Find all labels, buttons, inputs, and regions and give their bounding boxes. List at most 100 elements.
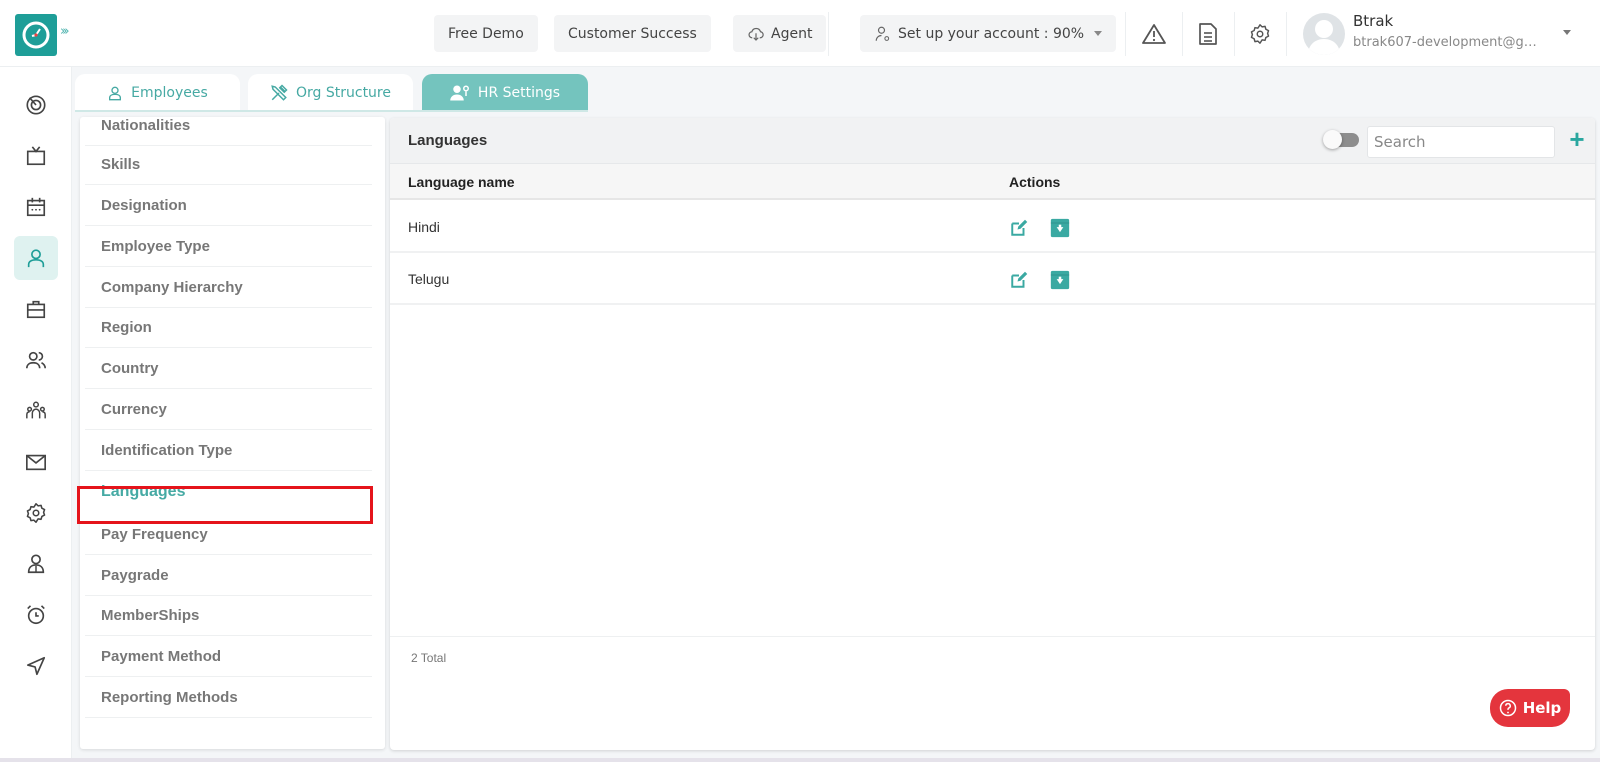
settings-menu-item[interactable]: Nationalities [85, 117, 372, 146]
nav-calendar[interactable] [14, 185, 58, 229]
agent-button[interactable]: Agent [733, 15, 827, 52]
briefcase-icon [26, 300, 46, 319]
tab-org-structure[interactable]: Org Structure [248, 74, 413, 111]
nav-dashboard[interactable] [14, 83, 58, 127]
archive-icon [1050, 218, 1070, 238]
tab-employees[interactable]: Employees [75, 74, 240, 111]
edit-button[interactable] [1008, 269, 1030, 291]
header-divider [1234, 12, 1235, 56]
app-logo[interactable] [15, 14, 57, 56]
help-label: Help [1522, 699, 1562, 717]
nav-mail[interactable] [14, 440, 58, 484]
users-icon [26, 351, 46, 369]
table-header: Language name Actions [390, 164, 1595, 200]
cloud-download-icon [748, 27, 764, 41]
tab-org-structure-label: Org Structure [296, 84, 391, 101]
settings-menu-item[interactable]: MemberShips [85, 595, 372, 636]
settings-menu-item[interactable]: Region [85, 307, 372, 348]
question-circle-icon [1499, 699, 1516, 717]
header-divider [1125, 12, 1126, 56]
edit-button[interactable] [1008, 217, 1030, 239]
warning-icon [1142, 24, 1166, 44]
settings-button[interactable] [1248, 22, 1272, 46]
avatar-placeholder-icon [1308, 20, 1340, 55]
nav-briefcase[interactable] [14, 287, 58, 331]
archive-toggle[interactable] [1323, 130, 1359, 149]
search-input[interactable] [1367, 126, 1555, 158]
toggle-knob [1323, 130, 1342, 149]
user-menu-caret-icon[interactable] [1563, 30, 1571, 35]
column-language-name[interactable]: Language name [408, 174, 515, 190]
top-header: ››› Free Demo Customer Success Agent Set… [0, 0, 1600, 67]
tv-icon [26, 146, 46, 166]
settings-menu-item[interactable]: Designation [85, 185, 372, 226]
edit-icon [1011, 271, 1028, 288]
settings-icon [26, 503, 46, 523]
settings-menu-item[interactable]: Employee Type [85, 226, 372, 267]
user-avatar[interactable] [1303, 13, 1345, 55]
settings-menu-item[interactable]: Company Hierarchy [85, 267, 372, 308]
mail-icon [26, 454, 46, 471]
tab-underline [75, 110, 588, 112]
settings-menu-item[interactable]: Currency [85, 389, 372, 430]
setup-account-label: Set up your account : 90% [898, 25, 1085, 42]
nav-employees[interactable] [14, 236, 58, 280]
column-actions: Actions [1009, 174, 1061, 190]
free-demo-button[interactable]: Free Demo [434, 15, 538, 52]
header-divider [1182, 12, 1183, 56]
alarm-icon [27, 605, 45, 625]
chevron-down-icon [1094, 31, 1103, 36]
send-icon [26, 656, 46, 676]
user-gear-icon [875, 26, 890, 41]
calendar-icon [26, 197, 46, 217]
customer-success-label: Customer Success [568, 25, 697, 42]
dashboard-icon [26, 95, 46, 115]
settings-menu-item[interactable]: Identification Type [85, 430, 372, 471]
tab-hr-settings[interactable]: HR Settings [422, 74, 588, 111]
user-icon [109, 86, 122, 100]
help-button[interactable]: Help [1490, 689, 1570, 727]
hr-settings-menu: Nationalities Skills Designation Employee T… [80, 117, 385, 749]
user-email: btrak607-development@gm... [1353, 35, 1543, 50]
customer-success-button[interactable]: Customer Success [554, 15, 711, 52]
person-badge-icon [27, 554, 45, 574]
nav-team[interactable] [14, 389, 58, 433]
app-root: ››› Free Demo Customer Success Agent Set… [0, 0, 1600, 762]
settings-menu-item[interactable]: Country [85, 348, 372, 389]
selection-highlight-box [77, 486, 373, 524]
table-row: Hindi [390, 201, 1595, 253]
nav-tv[interactable] [14, 134, 58, 178]
setup-account-dropdown[interactable]: Set up your account : 90% [860, 15, 1117, 52]
archive-icon [1050, 270, 1070, 290]
agent-label: Agent [771, 25, 813, 42]
documents-button[interactable] [1196, 22, 1220, 46]
table-row: Telugu [390, 253, 1595, 305]
nav-users[interactable] [14, 338, 58, 382]
header-divider [1286, 12, 1287, 56]
settings-menu-item[interactable]: Skills [85, 144, 372, 185]
gear-icon [1250, 24, 1270, 44]
panel-title: Languages [408, 132, 488, 149]
team-icon [26, 401, 46, 419]
settings-menu-item[interactable]: Payment Method [85, 636, 372, 677]
expand-sidebar-icon[interactable]: ››› [60, 24, 69, 39]
language-name-cell: Hindi [408, 219, 440, 235]
nav-profile[interactable] [14, 542, 58, 586]
bottom-border [0, 758, 1600, 762]
user-icon [27, 249, 45, 268]
header-divider [828, 12, 829, 56]
tab-employees-label: Employees [131, 84, 208, 101]
nav-send[interactable] [14, 644, 58, 688]
archive-button[interactable] [1049, 269, 1071, 291]
settings-menu-item[interactable]: Reporting Methods [85, 677, 372, 718]
settings-menu-item[interactable]: Paygrade [85, 555, 372, 596]
nav-settings[interactable] [14, 491, 58, 535]
add-language-button[interactable]: + [1562, 124, 1592, 154]
left-nav [0, 67, 72, 762]
alert-button[interactable] [1142, 22, 1166, 46]
nav-alarm[interactable] [14, 593, 58, 637]
user-settings-icon [450, 85, 469, 100]
archive-button[interactable] [1049, 217, 1071, 239]
languages-panel: Languages + Language name Actions Hindi … [390, 118, 1595, 750]
clock-logo-icon [22, 21, 50, 49]
